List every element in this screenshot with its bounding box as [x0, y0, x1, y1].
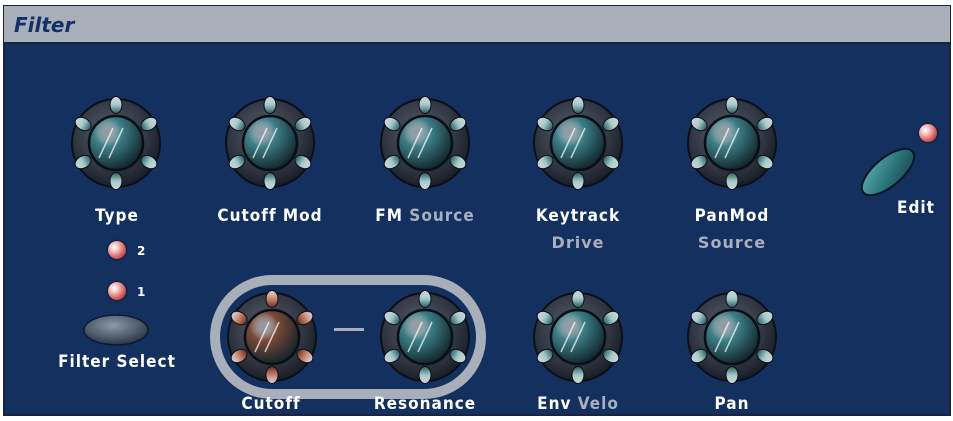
pan-label: Pan [714, 394, 750, 414]
pan-knob[interactable] [677, 282, 787, 392]
filter-panel: Filter Type Cutoff Mod FM Source Keytrac… [0, 0, 953, 421]
cutoff-label: Cutoff [241, 394, 301, 414]
cutoff-knob[interactable] [217, 282, 327, 392]
edit-led [919, 124, 937, 142]
type-label: Type [95, 206, 139, 226]
source-sublabel: Source [697, 233, 767, 252]
cutoff-mod-label: Cutoff Mod [217, 206, 323, 226]
cutoff-mod-knob-graphic [225, 96, 315, 190]
env-knob-graphic [533, 290, 623, 384]
pan-knob-graphic [687, 290, 777, 384]
resonance-knob-graphic [380, 290, 470, 384]
link-dash [334, 328, 364, 331]
fm-knob[interactable] [370, 88, 480, 198]
env-label: Env Velo [537, 394, 619, 414]
filter-1-number: 1 [137, 285, 146, 299]
resonance-label: Resonance [373, 394, 477, 414]
keytrack-label: Keytrack [535, 206, 621, 226]
panel-header: Filter [4, 6, 950, 44]
cutoff-mod-knob[interactable] [215, 88, 325, 198]
fm-knob-graphic [380, 96, 470, 190]
type-knob-graphic [71, 96, 161, 190]
env-knob[interactable] [523, 282, 633, 392]
panmod-knob[interactable] [677, 88, 787, 198]
filter-2-led [108, 241, 126, 259]
edit-button[interactable] [858, 144, 918, 200]
panmod-knob-graphic [687, 96, 777, 190]
panmod-label: PanMod [694, 206, 770, 226]
filter-select-button[interactable] [82, 313, 150, 347]
keytrack-knob-graphic [533, 96, 623, 190]
type-knob[interactable] [61, 88, 171, 198]
resonance-knob[interactable] [370, 282, 480, 392]
cutoff-knob-graphic [227, 290, 317, 384]
filter-2-number: 2 [137, 244, 146, 258]
keytrack-knob[interactable] [523, 88, 633, 198]
filter-select-label: Filter Select [58, 352, 176, 372]
panel-title: Filter [14, 13, 75, 37]
fm-label: FM Source [375, 206, 475, 226]
edit-label: Edit [897, 198, 935, 218]
filter-1-led [108, 282, 126, 300]
drive-sublabel: Drive [551, 233, 605, 252]
